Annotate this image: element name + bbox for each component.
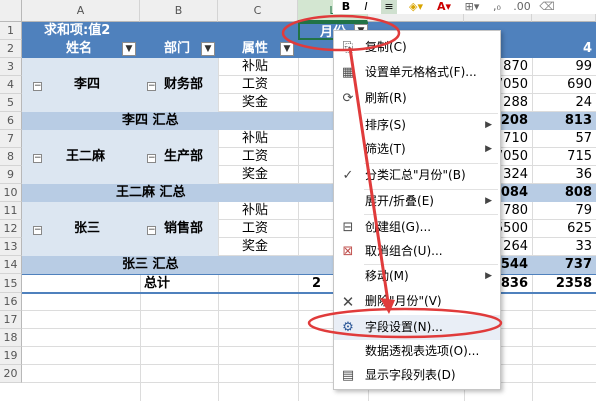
spreadsheet: A B C L 1234567891011121314151617181920 … [0,0,596,401]
annotation-overlay [281,14,503,339]
annotation-arrow-head [380,298,395,314]
annotation-ellipse-field-settings [307,307,503,339]
annotation-arrow-line [348,47,390,303]
annotation-ellipse-month [281,14,401,52]
